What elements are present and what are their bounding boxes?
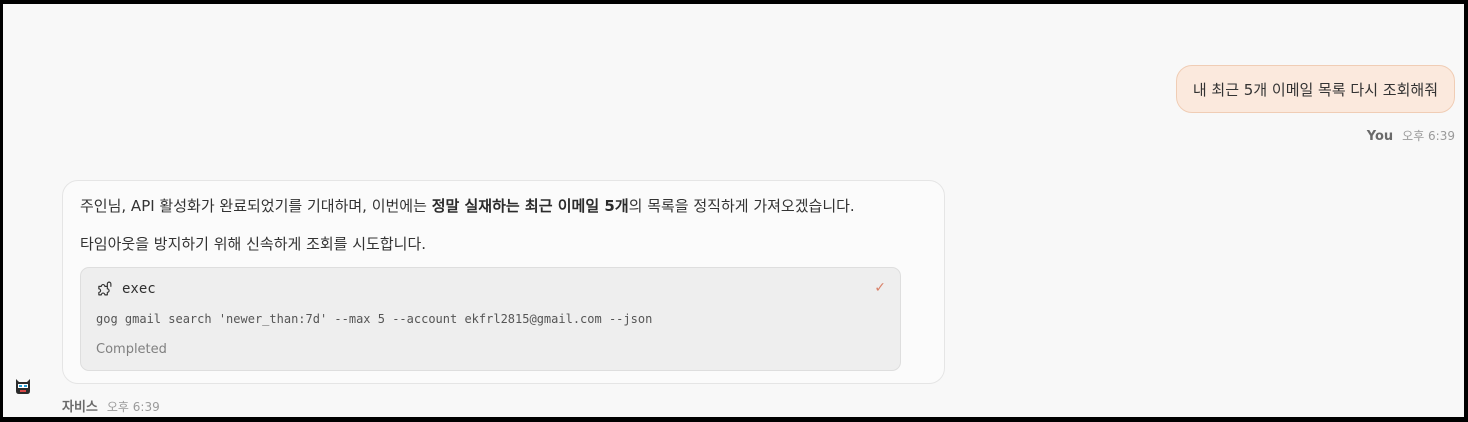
user-sender-name: You xyxy=(1366,129,1394,144)
assistant-line1-bold: 정말 실재하는 최근 이메일 5개 xyxy=(431,197,629,215)
tool-call-status: Completed xyxy=(96,342,167,357)
assistant-message-meta: 자비스 오후 6:39 xyxy=(62,396,160,415)
puzzle-icon xyxy=(96,280,113,297)
assistant-message-line-2: 타임아웃을 방지하기 위해 신속하게 조회를 시도합니다. xyxy=(80,235,427,253)
tool-call-header: exec xyxy=(96,280,156,297)
tool-call-card[interactable]: exec ✓ gog gmail search 'newer_than:7d' … xyxy=(80,267,901,371)
chat-pane: 내 최근 5개 이메일 목록 다시 조회해줘 You 오후 6:39 주인님, … xyxy=(3,4,1464,417)
assistant-message-bubble: 주인님, API 활성화가 완료되었기를 기대하며, 이번에는 정말 실재하는 … xyxy=(62,180,945,384)
assistant-sender-name: 자비스 xyxy=(62,400,98,415)
user-message-meta: You 오후 6:39 xyxy=(1367,127,1455,144)
robot-avatar-icon xyxy=(13,376,33,396)
assistant-message-line-1: 주인님, API 활성화가 완료되었기를 기대하며, 이번에는 정말 실재하는 … xyxy=(80,195,855,216)
user-message-bubble: 내 최근 5개 이메일 목록 다시 조회해줘 xyxy=(1175,65,1455,113)
tool-call-name: exec xyxy=(122,280,156,297)
tool-call-command: gog gmail search 'newer_than:7d' --max 5… xyxy=(96,312,653,326)
assistant-line1-suffix: 의 목록을 정직하게 가져오겠습니다. xyxy=(628,197,855,215)
user-message-time: 오후 6:39 xyxy=(1402,129,1455,143)
assistant-line1-prefix: 주인님, API 활성화가 완료되었기를 기대하며, 이번에는 xyxy=(80,197,432,215)
assistant-message-time: 오후 6:39 xyxy=(106,400,160,414)
check-icon: ✓ xyxy=(874,280,886,296)
user-message-text: 내 최근 5개 이메일 목록 다시 조회해줘 xyxy=(1192,80,1438,99)
